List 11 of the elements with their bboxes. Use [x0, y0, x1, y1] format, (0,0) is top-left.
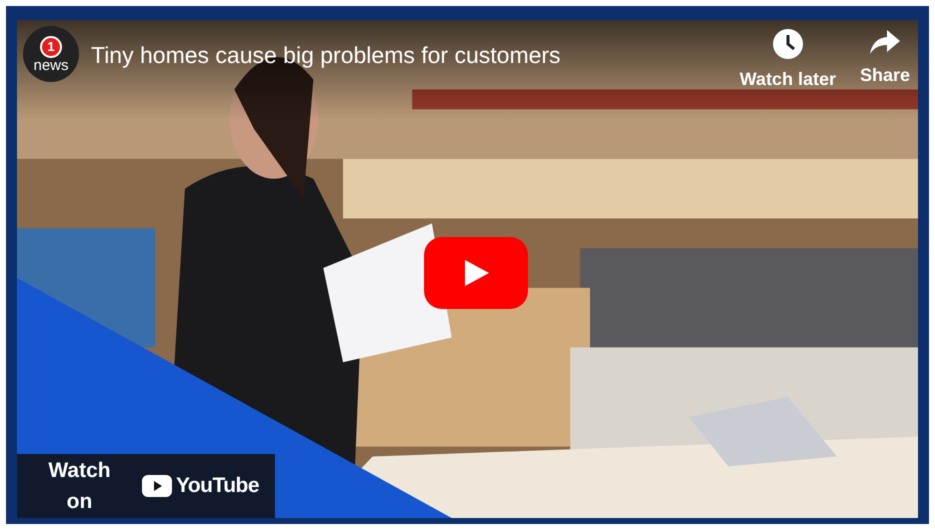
share-button[interactable]: Share: [860, 28, 910, 93]
clock-icon: [772, 28, 804, 60]
play-button[interactable]: [424, 237, 528, 309]
youtube-logo-icon: [142, 475, 172, 497]
logo-number: 1: [40, 36, 62, 58]
watch-on-youtube-button[interactable]: Watch on YouTube: [17, 454, 275, 518]
logo-text: news: [33, 58, 69, 72]
video-title[interactable]: Tiny homes cause big problems for customers: [91, 38, 728, 72]
share-icon: [868, 28, 901, 56]
video-player[interactable]: 1 news Tiny homes cause big problems for customers Watch later Share Watch on YouTube: [6, 6, 929, 524]
watch-later-button[interactable]: Watch later: [740, 28, 836, 93]
